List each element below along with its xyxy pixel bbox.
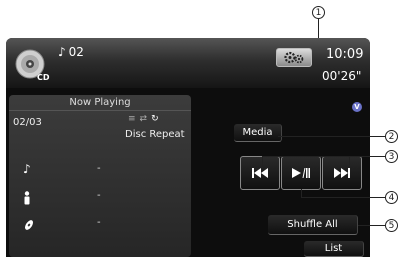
music-note-icon: ♪	[23, 162, 31, 176]
callout-3-leader	[350, 156, 385, 157]
play-pause-icon	[292, 168, 310, 178]
repeat-mode: Disc Repeat	[125, 129, 185, 140]
callout-5: 5	[385, 219, 398, 232]
previous-track-icon	[252, 168, 268, 178]
next-track-button[interactable]	[322, 156, 362, 190]
head-unit-screen: CD ♪ 02 10:09 00'26" Now Playing 02/03 ≡…	[6, 38, 370, 257]
album-icon	[25, 220, 33, 230]
list-mode-icon: ≡	[128, 114, 136, 124]
callout-3: 3	[385, 150, 398, 163]
shuffle-mode-icon: ⇄	[139, 114, 148, 124]
callout-4-leader-drop	[301, 189, 302, 197]
callout-4: 4	[385, 191, 398, 204]
music-note-icon: ♪	[58, 45, 66, 59]
title-value: -	[97, 163, 101, 174]
now-playing-title: Now Playing	[69, 97, 131, 108]
top-bar: CD ♪ 02 10:09 00'26"	[6, 38, 370, 88]
now-playing-panel: Now Playing 02/03 ≡ ⇄ ↻ Disc Repeat ♪ - …	[9, 95, 191, 257]
callout-3-leader-top	[262, 156, 350, 157]
callout-1: 1	[312, 6, 325, 19]
callout-3-leader-branch	[262, 156, 263, 168]
list-button[interactable]: List	[304, 241, 364, 257]
play-mode-icons: ≡ ⇄ ↻	[128, 114, 159, 124]
previous-track-button[interactable]	[240, 156, 280, 190]
track-number: 02	[68, 45, 84, 59]
source-label: CD	[37, 73, 50, 82]
panel-divider	[9, 110, 191, 111]
vr-badge: V	[352, 102, 362, 112]
shuffle-all-button[interactable]: Shuffle All	[268, 215, 358, 235]
callout-3-leader-drop	[349, 156, 350, 168]
info-row-title: ♪ -	[9, 159, 191, 183]
settings-icon	[284, 51, 304, 64]
callout-2: 2	[385, 130, 398, 143]
callout-5-leader	[358, 225, 385, 226]
album-value: -	[97, 217, 101, 228]
play-pause-button[interactable]	[281, 156, 321, 190]
repeat-icon: ↻	[151, 114, 159, 124]
callout-4-leader	[301, 197, 385, 198]
info-row-album: -	[9, 213, 191, 237]
info-row-artist: -	[9, 186, 191, 210]
settings-button[interactable]	[276, 48, 312, 67]
callout-2-leader	[278, 136, 385, 137]
next-track-icon	[334, 168, 350, 178]
media-button[interactable]: Media	[234, 124, 282, 142]
clock: 10:09	[326, 47, 364, 62]
artist-icon	[24, 191, 30, 205]
current-track: ♪ 02	[58, 45, 84, 59]
track-count: 02/03	[13, 117, 42, 128]
artist-value: -	[97, 190, 101, 201]
elapsed-time: 00'26"	[322, 69, 362, 83]
